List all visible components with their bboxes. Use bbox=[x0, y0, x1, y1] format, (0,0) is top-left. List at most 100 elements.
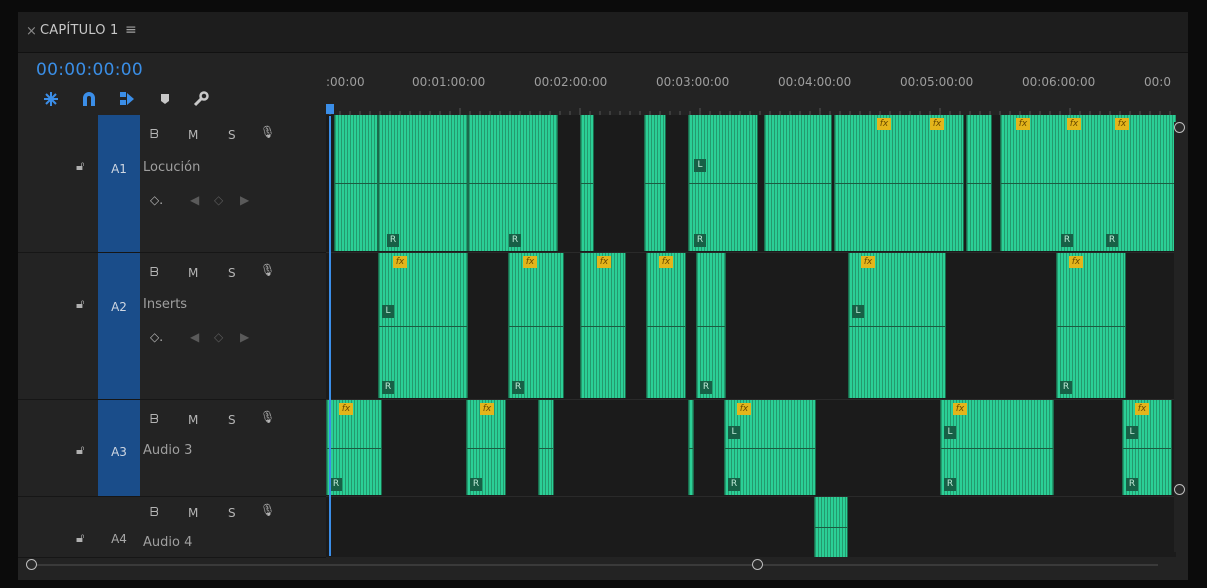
left-channel-label: L bbox=[1126, 426, 1138, 439]
vertical-scrollbar[interactable] bbox=[1174, 122, 1185, 552]
track-lock-icon[interactable]: 🔓︎ bbox=[76, 443, 84, 458]
ruler-label: 00:0 bbox=[1144, 75, 1171, 89]
zoom-handle-left[interactable] bbox=[26, 559, 37, 570]
track-name[interactable]: Inserts bbox=[143, 297, 187, 312]
audio-clip[interactable]: fx R bbox=[326, 400, 382, 495]
playhead-handle[interactable] bbox=[326, 104, 334, 114]
voice-over-record-icon[interactable]: 🎙︎ bbox=[260, 125, 275, 139]
next-keyframe-icon[interactable]: ▶ bbox=[240, 193, 249, 207]
vertical-scroll-knob-top[interactable] bbox=[1174, 122, 1185, 133]
linked-selection-icon[interactable] bbox=[116, 88, 138, 110]
track-id[interactable]: A4 bbox=[98, 532, 140, 546]
add-keyframe-icon[interactable]: ◇ bbox=[214, 193, 223, 207]
solo-button[interactable]: S bbox=[228, 506, 236, 520]
zoom-handle-right[interactable] bbox=[752, 559, 763, 570]
track-id: A1 bbox=[111, 162, 127, 176]
next-keyframe-icon[interactable]: ▶ bbox=[240, 330, 249, 344]
track-lock-icon[interactable]: 🔓︎ bbox=[76, 159, 84, 174]
audio-clip[interactable] bbox=[538, 400, 554, 495]
audio-clip[interactable] bbox=[334, 115, 378, 251]
add-keyframe-icon[interactable]: ◇ bbox=[214, 330, 223, 344]
playhead-timecode[interactable]: 00:00:00:00 bbox=[36, 60, 143, 80]
panel-menu-icon[interactable]: ≡ bbox=[125, 22, 137, 38]
fx-badge: fx bbox=[480, 403, 494, 415]
track-name[interactable]: Audio 4 bbox=[143, 535, 192, 550]
solo-button[interactable]: S bbox=[228, 413, 236, 427]
right-channel-label: R bbox=[728, 478, 740, 491]
track-target-a3[interactable]: A3 bbox=[98, 400, 140, 496]
playhead-line[interactable] bbox=[329, 116, 331, 556]
track-name[interactable]: Locución bbox=[143, 160, 200, 175]
sequence-tab-title[interactable]: CAPÍTULO 1 bbox=[40, 23, 119, 38]
audio-clip[interactable]: fx L R bbox=[724, 400, 816, 495]
audio-clip[interactable] bbox=[814, 497, 848, 557]
audio-clip[interactable] bbox=[644, 115, 666, 251]
audio-clip[interactable]: fx R bbox=[466, 400, 506, 495]
solo-button[interactable]: S bbox=[228, 266, 236, 280]
audio-clip[interactable]: fx bbox=[580, 253, 626, 398]
audio-clip[interactable]: fx R bbox=[508, 253, 564, 398]
fx-badge: fx bbox=[877, 118, 891, 130]
track-content-a4[interactable] bbox=[326, 497, 1176, 557]
audio-clip[interactable] bbox=[580, 115, 594, 251]
audio-clip[interactable]: R bbox=[378, 115, 468, 251]
snap-magnet-icon[interactable] bbox=[78, 88, 100, 110]
audio-clip[interactable]: fx bbox=[646, 253, 686, 398]
mute-button[interactable]: M bbox=[188, 506, 198, 520]
audio-clip[interactable]: fx L R bbox=[940, 400, 1054, 495]
fx-badge: fx bbox=[339, 403, 353, 415]
track-header-a2: 🔓︎ A2 ᗷ M S 🎙︎ Inserts ◇. ◀ ◇ ▶ bbox=[18, 253, 326, 400]
track-lock-icon[interactable]: 🔓︎ bbox=[76, 531, 84, 546]
add-marker-icon[interactable] bbox=[154, 88, 176, 110]
track-target-a1[interactable]: A1 bbox=[98, 115, 140, 252]
audio-clip[interactable]: fx fx fx R R bbox=[1000, 115, 1176, 251]
audio-clip[interactable]: R bbox=[696, 253, 726, 398]
track-content-a1[interactable]: R R LR fx fx fx fx fx R R bbox=[326, 115, 1176, 253]
audio-clip[interactable] bbox=[688, 400, 694, 495]
track-target-a2[interactable]: A2 bbox=[98, 253, 140, 399]
left-channel-label: L bbox=[382, 305, 394, 318]
audio-clip[interactable]: LR bbox=[688, 115, 758, 251]
show-keyframes-icon[interactable]: ◇. bbox=[150, 193, 163, 207]
mute-button[interactable]: M bbox=[188, 413, 198, 427]
timeline-settings-wrench-icon[interactable] bbox=[190, 88, 212, 110]
voice-over-record-icon[interactable]: 🎙︎ bbox=[260, 410, 275, 424]
audio-clip[interactable]: fx R bbox=[1056, 253, 1126, 398]
track-lock-icon[interactable]: 🔓︎ bbox=[76, 297, 84, 312]
time-ruler[interactable]: :00:00 00:01:00:00 00:02:00:00 00:03:00:… bbox=[326, 72, 1176, 116]
audio-clip[interactable]: fx L R bbox=[1122, 400, 1172, 495]
track-header-a3: 🔓︎ A3 ᗷ M S 🎙︎ Audio 3 bbox=[18, 400, 326, 497]
sync-lock-icon[interactable]: ᗷ bbox=[150, 265, 159, 280]
ruler-label: 00:02:00:00 bbox=[534, 75, 608, 89]
track-name[interactable]: Audio 3 bbox=[143, 443, 192, 458]
track-content-a2[interactable]: fx L R fx R fx fx R fx L fx R bbox=[326, 253, 1176, 400]
insert-sequences-as-nests-icon[interactable] bbox=[40, 88, 62, 110]
fx-badge: fx bbox=[1115, 118, 1129, 130]
audio-clip[interactable]: fx L R bbox=[378, 253, 468, 398]
track-content-a3[interactable]: fx R fx R fx L R fx L R fx L R bbox=[326, 400, 1176, 497]
audio-clip[interactable]: R bbox=[468, 115, 558, 251]
sync-lock-icon[interactable]: ᗷ bbox=[150, 412, 159, 427]
ruler-label: :00:00 bbox=[326, 75, 365, 89]
voice-over-record-icon[interactable]: 🎙︎ bbox=[260, 503, 275, 517]
sync-lock-icon[interactable]: ᗷ bbox=[150, 127, 159, 142]
voice-over-record-icon[interactable]: 🎙︎ bbox=[260, 263, 275, 277]
show-keyframes-icon[interactable]: ◇. bbox=[150, 330, 163, 344]
audio-clip[interactable]: fx fx bbox=[834, 115, 964, 251]
audio-clip[interactable] bbox=[764, 115, 832, 251]
mute-button[interactable]: M bbox=[188, 266, 198, 280]
close-tab-icon[interactable]: × bbox=[26, 24, 37, 39]
mute-button[interactable]: M bbox=[188, 128, 198, 142]
previous-keyframe-icon[interactable]: ◀ bbox=[190, 330, 199, 344]
sync-lock-icon[interactable]: ᗷ bbox=[150, 505, 159, 520]
fx-badge: fx bbox=[737, 403, 751, 415]
vertical-scroll-knob-bottom[interactable] bbox=[1174, 484, 1185, 495]
solo-button[interactable]: S bbox=[228, 128, 236, 142]
fx-badge: fx bbox=[861, 256, 875, 268]
audio-clip[interactable] bbox=[966, 115, 992, 251]
audio-clip[interactable]: fx L bbox=[848, 253, 946, 398]
premiere-timeline-window: × CAPÍTULO 1 ≡ 00:00:00:00 :00:00 00:01:… bbox=[0, 0, 1207, 588]
ruler-label: 00:05:00:00 bbox=[900, 75, 974, 89]
horizontal-zoom-scrollbar[interactable] bbox=[18, 559, 1168, 571]
previous-keyframe-icon[interactable]: ◀ bbox=[190, 193, 199, 207]
